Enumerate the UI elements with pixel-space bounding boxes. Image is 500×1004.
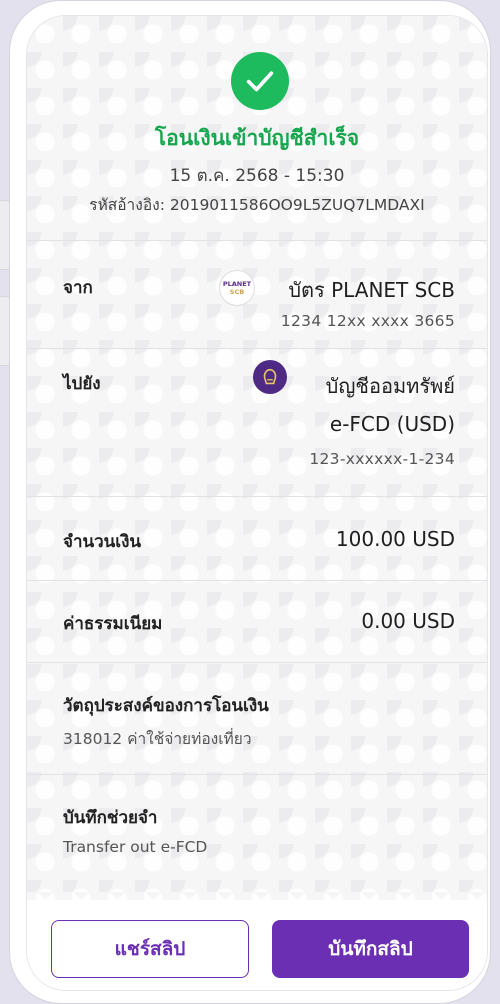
receipt: โอนเงินเข้าบัญชีสำเร็จ 15 ต.ค. 2568 - 15… bbox=[27, 16, 487, 900]
purpose-value: 318012 ค่าใช้จ่ายท่องเที่ยว bbox=[63, 730, 252, 748]
divider bbox=[27, 240, 487, 241]
memo-label: บันทึกช่วยจำ bbox=[63, 808, 158, 828]
divider bbox=[27, 496, 487, 497]
status-title: โอนเงินเข้าบัญชีสำเร็จ bbox=[154, 126, 360, 150]
share-slip-button[interactable]: แชร์สลิป bbox=[51, 920, 249, 978]
divider bbox=[27, 580, 487, 581]
purpose-label: วัตถุประสงค์ของการโอนเงิน bbox=[63, 696, 269, 716]
transaction-datetime: 15 ต.ค. 2568 - 15:30 bbox=[169, 166, 345, 186]
fee-value: 0.00 USD bbox=[361, 609, 455, 633]
divider bbox=[27, 348, 487, 349]
divider bbox=[27, 774, 487, 775]
check-circle-icon bbox=[231, 52, 289, 110]
save-slip-button[interactable]: บันทึกสลิป bbox=[272, 920, 469, 978]
to-account-number: 123-xxxxxx-1-234 bbox=[309, 450, 455, 468]
from-account-number: 1234 12xx xxxx 3665 bbox=[280, 312, 455, 330]
logo-text: PLANET bbox=[222, 280, 252, 288]
to-account-name: บัญชีออมทรัพย์ bbox=[325, 374, 455, 398]
fee-label: ค่าธรรมเนียม bbox=[63, 614, 163, 634]
reference-code: รหัสอ้างอิง: 2019011586OO9L5ZUQ7LMDAXI bbox=[89, 196, 425, 214]
screen: โอนเงินเข้าบัญชีสำเร็จ 15 ต.ค. 2568 - 15… bbox=[26, 15, 488, 991]
scb-bank-logo bbox=[253, 360, 287, 394]
from-label: จาก bbox=[63, 278, 93, 298]
planet-scb-logo: PLANET SCB bbox=[219, 270, 255, 306]
amount-value: 100.00 USD bbox=[335, 527, 455, 551]
from-account-name: บัตร PLANET SCB bbox=[288, 278, 455, 302]
divider bbox=[27, 662, 487, 663]
to-label: ไปยัง bbox=[63, 374, 101, 394]
memo-value: Transfer out e-FCD bbox=[63, 838, 208, 856]
phone-frame: โอนเงินเข้าบัญชีสำเร็จ 15 ต.ค. 2568 - 15… bbox=[9, 0, 491, 1004]
amount-label: จำนวนเงิน bbox=[63, 532, 142, 552]
logo-text: SCB bbox=[229, 288, 245, 296]
to-account-type: e-FCD (USD) bbox=[329, 412, 455, 436]
